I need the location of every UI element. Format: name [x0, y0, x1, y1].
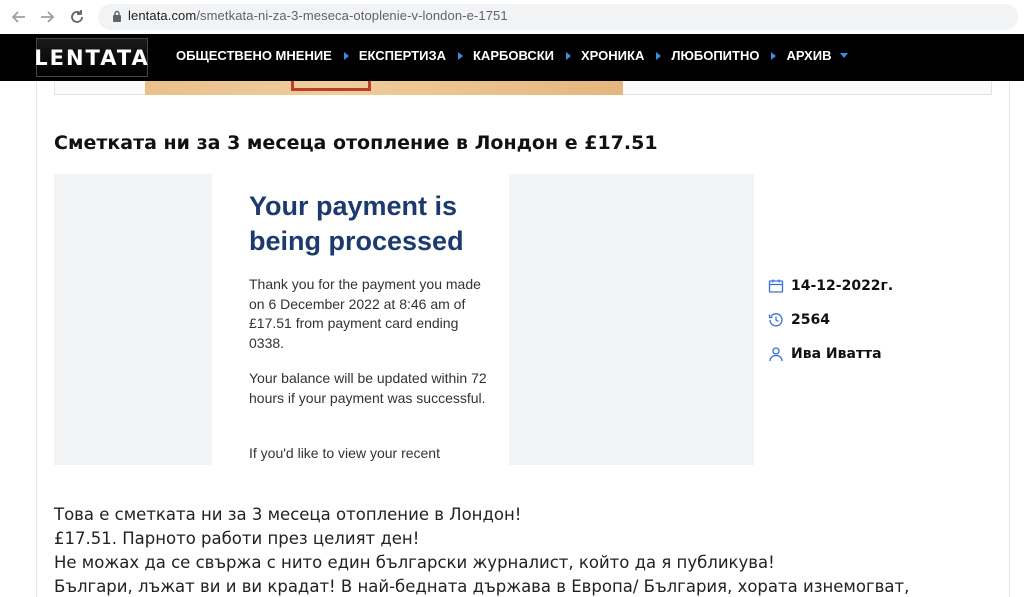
image-blur-right	[509, 174, 754, 465]
article-views: 2564	[768, 312, 830, 328]
main-menu: ОБЩЕСТВЕНО МНЕНИЕ ЕКСПЕРТИЗА КАРБОВСКИ Х…	[176, 48, 849, 63]
menu-label: ХРОНИКА	[581, 48, 645, 63]
article-body: Това е сметката ни за 3 месеца отопление…	[54, 503, 994, 597]
site-logo[interactable]: LENTATA	[34, 38, 150, 77]
menu-label: ЕКСПЕРТИЗА	[358, 48, 446, 63]
triangle-right-icon	[566, 51, 572, 60]
reload-icon	[71, 10, 83, 23]
menu-item-karbovski[interactable]: КАРБОВСКИ	[473, 48, 581, 63]
author-text: Ива Иватта	[791, 346, 882, 362]
calendar-icon	[768, 279, 784, 293]
triangle-right-icon	[656, 51, 662, 60]
article-date: 14-12-2022г.	[768, 278, 893, 294]
lock-icon	[113, 10, 121, 22]
logo-text: LENTATA	[34, 45, 150, 70]
payment-title: Your payment is being processed	[249, 191, 464, 256]
body-line: Това е сметката ни за 3 месеца отопление…	[54, 505, 522, 524]
url-host: lentata.com	[128, 8, 197, 23]
back-button[interactable]	[8, 6, 30, 28]
ad-banner[interactable]	[145, 81, 623, 95]
payment-paragraph: Thank you for the payment you made on 6 …	[249, 276, 481, 351]
image-blur-left	[54, 174, 212, 465]
user-icon	[769, 347, 783, 362]
menu-label: КАРБОВСКИ	[473, 48, 555, 63]
menu-item-expertise[interactable]: ЕКСПЕРТИЗА	[359, 48, 473, 63]
article-title: Сметката ни за 3 месеца отопление в Лонд…	[54, 132, 658, 154]
payment-paragraph: If you'd like to view your recent	[249, 445, 440, 461]
chevron-down-icon	[840, 53, 849, 58]
menu-item-archive[interactable]: АРХИВ	[786, 48, 849, 63]
url-text: lentata.com/smetkata-ni-za-3-meseca-otop…	[128, 8, 508, 23]
menu-label: ОБЩЕСТВЕНО МНЕНИЕ	[176, 48, 332, 63]
body-line: Българи, лъжат ви и ви крадат! В най-бед…	[54, 577, 910, 596]
reload-button[interactable]	[66, 6, 88, 28]
ad-image	[291, 81, 371, 91]
triangle-right-icon	[343, 51, 349, 60]
url-path: /smetkata-ni-za-3-meseca-otoplenie-v-lon…	[196, 8, 508, 23]
article-author[interactable]: Ива Иватта	[768, 346, 882, 362]
menu-label: ЛЮБОПИТНО	[671, 48, 760, 63]
menu-label: АРХИВ	[786, 48, 832, 63]
payment-paragraph: Your balance will be updated within 72 h…	[249, 370, 487, 406]
browser-toolbar: lentata.com/smetkata-ni-za-3-meseca-otop…	[0, 0, 1024, 34]
menu-item-curious[interactable]: ЛЮБОПИТНО	[671, 48, 786, 63]
article-image[interactable]: Your payment is being processed Thank yo…	[212, 174, 509, 465]
body-line: Не можах да се свържа с нито един българ…	[54, 553, 775, 572]
menu-item-opinion[interactable]: ОБЩЕСТВЕНО МНЕНИЕ	[176, 48, 359, 63]
date-text: 14-12-2022г.	[791, 278, 894, 294]
menu-item-chronicle[interactable]: ХРОНИКА	[581, 48, 671, 63]
arrow-left-icon	[11, 11, 25, 23]
views-text: 2564	[791, 312, 830, 328]
body-line: £17.51. Парното работи през целият ден!	[54, 529, 420, 548]
site-header: LENTATA ОБЩЕСТВЕНО МНЕНИЕ ЕКСПЕРТИЗА КАР…	[0, 34, 1024, 81]
history-icon	[768, 313, 783, 327]
forward-button[interactable]	[36, 6, 58, 28]
triangle-right-icon	[771, 51, 777, 60]
arrow-right-icon	[41, 11, 55, 23]
triangle-right-icon	[458, 51, 463, 60]
